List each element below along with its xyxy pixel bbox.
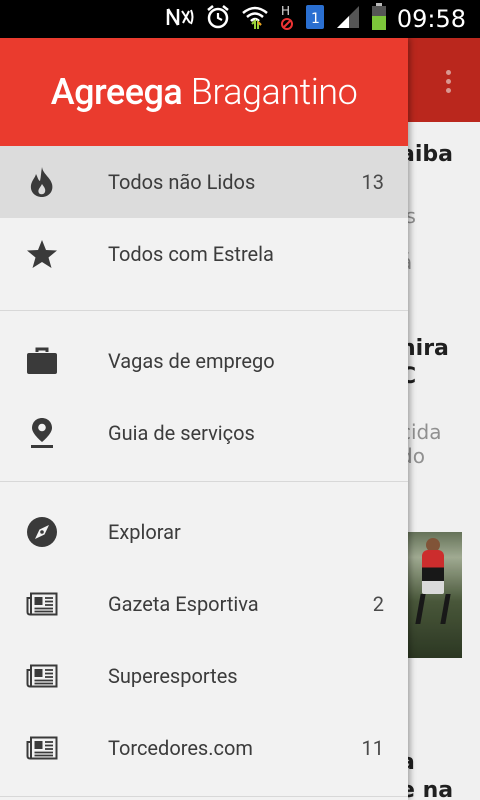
app-title-bold: Agreega: [50, 71, 183, 113]
menu-item-todos-com-estrela[interactable]: Todos com Estrela: [0, 218, 408, 290]
menu-item-torcedores[interactable]: Torcedores.com 11: [0, 712, 408, 784]
compass-icon: [26, 516, 58, 548]
nfc-icon: [165, 5, 195, 33]
menu-item-label: Todos não Lidos: [108, 170, 256, 194]
menu-item-label: Todos com Estrela: [108, 242, 274, 266]
app-title: Agreega Bragantino: [51, 71, 358, 113]
menu-item-gazeta-esportiva[interactable]: Gazeta Esportiva 2: [0, 568, 408, 640]
sim-1-icon: 1: [305, 4, 325, 34]
menu-section-feeds: Todos não Lidos 13 Todos com Estrela: [0, 146, 408, 311]
app-title-light: Bragantino: [190, 71, 358, 113]
menu-item-todos-nao-lidos[interactable]: Todos não Lidos 13: [0, 146, 408, 218]
menu-item-label: Gazeta Esportiva: [108, 592, 259, 616]
cell-signal-icon: [335, 4, 361, 34]
menu-item-label: Torcedores.com: [108, 736, 253, 760]
drawer-header: Agreega Bragantino: [0, 38, 408, 146]
menu-item-guia-de-servicos[interactable]: Guia de serviços: [0, 397, 408, 469]
menu-item-label: Guia de serviços: [108, 421, 255, 445]
menu-item-vagas-de-emprego[interactable]: Vagas de emprego: [0, 325, 408, 397]
star-icon: [26, 238, 58, 270]
status-bar: H 1 09:58: [0, 0, 480, 38]
menu-section-services: Vagas de emprego Guia de serviços: [0, 311, 408, 482]
unread-count-badge: 13: [361, 170, 384, 194]
menu-item-label: Vagas de emprego: [108, 349, 275, 373]
menu-item-explorar[interactable]: Explorar: [0, 496, 408, 568]
menu-section-sources: Explorar Gazeta Esportiva 2 Superesporte…: [0, 482, 408, 797]
briefcase-icon: [26, 345, 58, 377]
svg-text:1: 1: [311, 11, 320, 27]
clock: 09:58: [396, 5, 466, 33]
menu-item-label: Explorar: [108, 520, 181, 544]
newspaper-icon: [26, 660, 58, 692]
screen: H 1 09:58 aiba is á nira C cida do a e n…: [0, 0, 480, 800]
newspaper-icon: [26, 732, 58, 764]
newspaper-icon: [26, 588, 58, 620]
navigation-drawer: Agreega Bragantino Todos não Lidos 13 To…: [0, 38, 408, 800]
unread-count-badge: 11: [361, 736, 384, 760]
menu-item-superesportes[interactable]: Superesportes: [0, 640, 408, 712]
location-pin-icon: [26, 417, 58, 449]
unread-count-badge: 2: [372, 592, 384, 616]
menu-item-label: Superesportes: [108, 664, 238, 688]
battery-icon: [371, 3, 387, 35]
alarm-icon: [205, 4, 231, 34]
h-signal-icon: H: [279, 3, 295, 35]
svg-text:H: H: [281, 4, 290, 18]
wifi-icon: [241, 4, 269, 34]
fire-icon: [26, 166, 58, 198]
